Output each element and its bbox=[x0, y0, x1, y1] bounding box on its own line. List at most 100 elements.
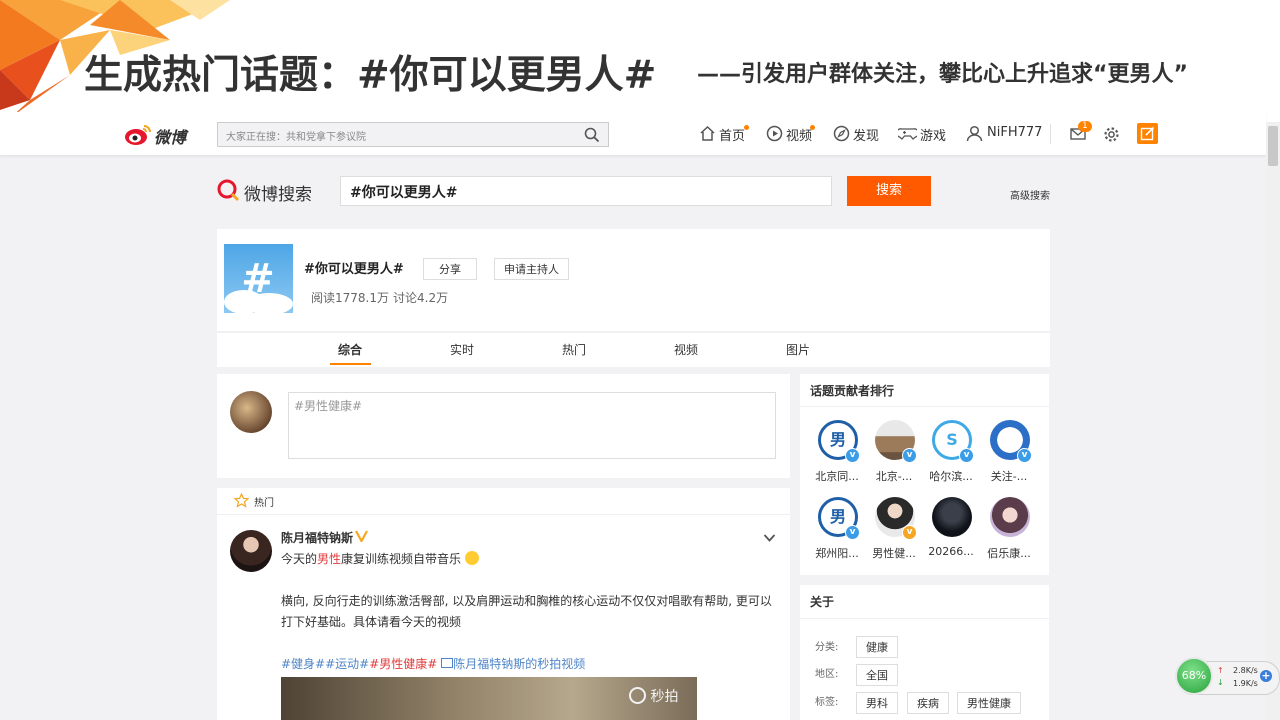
hot-section-label: 热门 bbox=[254, 498, 274, 509]
top-search-box[interactable]: 大家正在搜：共和党拿下参议院 bbox=[217, 122, 609, 147]
nav-profile-label: NiFH777 bbox=[987, 125, 1043, 140]
miaopai-watermark: 秒拍 bbox=[629, 686, 678, 706]
post-tag-fitness[interactable]: #健身# bbox=[281, 657, 325, 671]
contributor-name: 20266... bbox=[928, 545, 974, 558]
post-author-name[interactable]: 陈月福特钠斯 bbox=[281, 529, 353, 546]
topic-card bbox=[217, 229, 1050, 331]
nav-divider bbox=[1050, 124, 1051, 144]
contributor-name: 北京-... bbox=[875, 470, 913, 483]
contributor-5[interactable]: 男 v 郑州阳... bbox=[809, 497, 865, 560]
post-line1: 今天的男性康复训练视频自带音乐 bbox=[281, 550, 479, 567]
memory-gauge[interactable]: 68% bbox=[1175, 657, 1213, 695]
advanced-search-link[interactable]: 高级搜索 bbox=[1010, 187, 1050, 202]
tab-hot[interactable]: 热门 bbox=[562, 341, 586, 358]
topic-discuss: 讨论4.2万 bbox=[393, 291, 449, 305]
search-button[interactable]: 搜索 bbox=[847, 176, 931, 206]
gear-icon[interactable] bbox=[1103, 126, 1120, 143]
main-search-input[interactable]: #你可以更男人# bbox=[340, 176, 832, 206]
nav-discover-label: 发现 bbox=[853, 129, 880, 144]
about-region-tag[interactable]: 全国 bbox=[856, 664, 898, 686]
contributor-7[interactable]: 20266... bbox=[923, 497, 979, 559]
tab-all[interactable]: 综合 bbox=[338, 341, 362, 358]
post-tag-male-health[interactable]: #男性健康# bbox=[369, 657, 437, 671]
composer-avatar bbox=[230, 391, 272, 433]
about-title: 关于 bbox=[810, 595, 835, 609]
verified-badge-icon: v bbox=[1017, 448, 1032, 463]
about-tag-male-health[interactable]: 男性健康 bbox=[957, 692, 1021, 714]
contributor-6[interactable]: v 男性健... bbox=[866, 497, 922, 560]
contributor-1[interactable]: 男 v 北京同... bbox=[809, 420, 865, 483]
contributor-3[interactable]: S v 哈尔滨... bbox=[923, 420, 979, 483]
post-video-link[interactable]: 陈月福特钠斯的秒拍视频 bbox=[453, 657, 585, 671]
search-icon[interactable] bbox=[584, 127, 600, 143]
post-video-thumbnail[interactable]: 秒拍 bbox=[281, 677, 697, 720]
about-category-tag[interactable]: 健康 bbox=[856, 636, 898, 658]
tab-realtime[interactable]: 实时 bbox=[450, 341, 474, 358]
weibo-logo-text: 微博 bbox=[154, 128, 187, 147]
compose-icon bbox=[1140, 126, 1155, 141]
composer-textarea[interactable]: #男性健康# bbox=[288, 392, 776, 459]
tab-active-underline bbox=[330, 363, 371, 365]
contributors-divider bbox=[800, 406, 1049, 407]
home-icon bbox=[700, 125, 715, 141]
miaopai-text: 秒拍 bbox=[650, 689, 679, 705]
about-tag-disease[interactable]: 疾病 bbox=[907, 692, 949, 714]
composer-placeholder: #男性健康# bbox=[294, 399, 363, 413]
download-arrow-icon: ↓ bbox=[1217, 678, 1224, 687]
contributor-name: 关注-... bbox=[990, 470, 1028, 483]
chevron-down-icon[interactable] bbox=[763, 533, 776, 543]
apply-host-button[interactable]: 申请主持人 bbox=[494, 258, 569, 280]
topic-name: #你可以更男人# bbox=[304, 262, 404, 277]
slide-title: 生成热门话题：#你可以更男人# bbox=[84, 53, 657, 98]
mail-badge: 1 bbox=[1078, 121, 1092, 132]
post-tags: #健身##运动##男性健康# 陈月福特钠斯的秒拍视频 bbox=[281, 655, 585, 672]
about-tags-label: 标签: bbox=[815, 697, 839, 708]
nav-messages[interactable]: 1 bbox=[1068, 121, 1098, 144]
about-region-label: 地区: bbox=[815, 669, 839, 680]
svg-text:#: # bbox=[241, 256, 275, 302]
feed-divider bbox=[217, 514, 790, 515]
contributor-avatar bbox=[932, 497, 972, 537]
tab-video[interactable]: 视频 bbox=[674, 341, 698, 358]
about-category-label: 分类: bbox=[815, 642, 839, 653]
add-plus-icon[interactable]: + bbox=[1260, 670, 1272, 682]
star-icon bbox=[234, 493, 249, 508]
contributor-name: 男性健... bbox=[872, 547, 916, 560]
upload-arrow-icon: ↑ bbox=[1217, 666, 1224, 675]
post-line1-highlight: 男性 bbox=[317, 552, 342, 566]
download-speed: 1.9K/s bbox=[1233, 679, 1258, 688]
search-logo-text: 微博搜索 bbox=[244, 185, 312, 205]
scrollbar-track[interactable] bbox=[1266, 122, 1280, 720]
weibo-search-logo: 微博搜索 bbox=[217, 178, 327, 205]
contributor-name: 侣乐康... bbox=[987, 547, 1031, 560]
search-logo-icon bbox=[217, 179, 240, 202]
compose-button[interactable] bbox=[1137, 123, 1158, 144]
upload-speed: 2.8K/s bbox=[1233, 666, 1258, 675]
nav-home-label: 首页 bbox=[719, 129, 746, 144]
contributor-8[interactable]: 侣乐康... bbox=[981, 497, 1037, 560]
tab-images[interactable]: 图片 bbox=[786, 341, 810, 358]
hashtag-cloud-icon: # bbox=[224, 256, 293, 313]
contributor-2[interactable]: v 北京-... bbox=[866, 420, 922, 483]
topic-avatar: # bbox=[224, 244, 293, 313]
home-dot bbox=[744, 125, 749, 130]
post-body: 横向, 反向行走的训练激活臀部, 以及肩胛运动和胸椎的核心运动不仅仅对唱歌有帮助… bbox=[281, 594, 772, 629]
verified-v-icon bbox=[355, 530, 368, 542]
main-search-query: #你可以更男人# bbox=[350, 185, 458, 201]
share-button[interactable]: 分享 bbox=[423, 258, 477, 280]
nav-video-label: 视频 bbox=[786, 129, 813, 144]
weibo-logo[interactable]: 微博 bbox=[124, 122, 194, 147]
contributor-name: 北京同... bbox=[815, 470, 859, 483]
verified-badge-icon: v bbox=[902, 525, 917, 540]
verified-badge-icon: v bbox=[902, 448, 917, 463]
post-author-avatar[interactable] bbox=[230, 530, 272, 572]
contributor-4[interactable]: v 关注-... bbox=[981, 420, 1037, 483]
scrollbar-thumb[interactable] bbox=[1268, 126, 1278, 166]
top-search-placeholder: 大家正在搜：共和党拿下参议院 bbox=[226, 132, 366, 143]
video-icon bbox=[766, 125, 783, 142]
miaopai-icon bbox=[629, 687, 646, 704]
post-tag-sport[interactable]: #运动# bbox=[325, 657, 369, 671]
video-link-icon bbox=[441, 658, 454, 668]
top-navbar: 微博 大家正在搜：共和党拿下参议院 首页 视频 发现 游戏 NiFH777 1 bbox=[0, 112, 1266, 156]
about-tag-andrology[interactable]: 男科 bbox=[856, 692, 898, 714]
